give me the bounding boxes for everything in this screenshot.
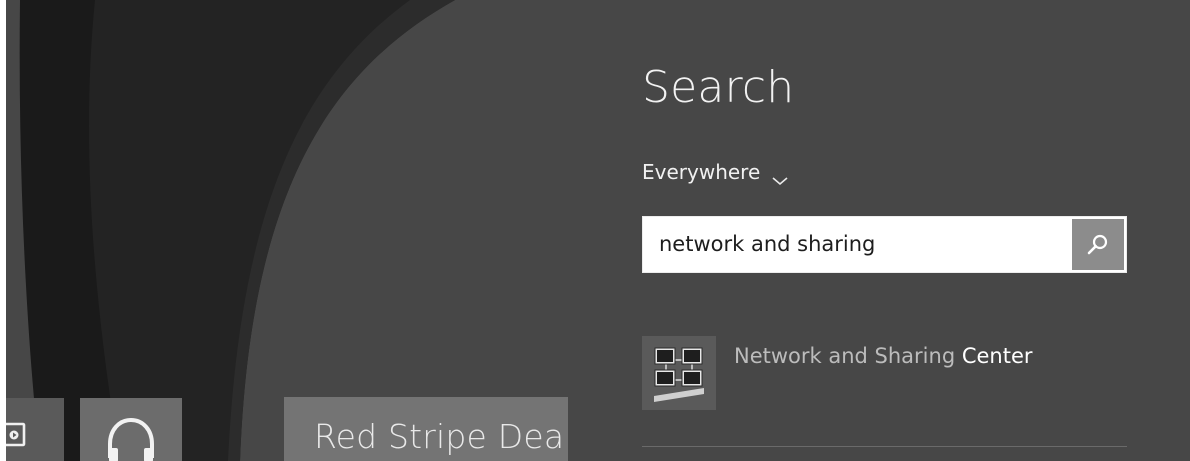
wallpaper-swoosh	[0, 0, 568, 461]
network-sharing-icon	[642, 336, 716, 410]
search-button[interactable]	[1072, 219, 1124, 270]
pane-title: Search	[642, 62, 795, 113]
result-label-match: Network and Sharing	[734, 344, 956, 368]
windows-search-screen: Red Stripe Dea Search Everywhere network…	[0, 0, 1190, 461]
search-charm-pane: Search Everywhere network and sharing Ne…	[568, 0, 1190, 461]
red-stripe-deals-tile[interactable]: Red Stripe Dea	[284, 397, 568, 461]
screen-left-edge	[0, 0, 6, 461]
result-label-rest: Center	[961, 344, 1033, 368]
search-input[interactable]	[643, 217, 1071, 272]
result-label: Network and Sharing Center	[734, 344, 1033, 368]
music-tile[interactable]	[80, 398, 182, 461]
video-icon	[0, 422, 32, 448]
search-scope-dropdown[interactable]: Everywhere	[642, 160, 788, 186]
search-result-network-sharing-center[interactable]: Network and Sharing Center	[642, 336, 1127, 412]
search-box	[642, 216, 1127, 273]
chevron-down-icon	[772, 167, 788, 186]
scope-label: Everywhere	[642, 160, 761, 184]
results-divider	[642, 446, 1127, 447]
start-screen-background	[0, 0, 568, 461]
tile-label: Red Stripe Dea	[314, 417, 565, 456]
video-tile[interactable]	[0, 398, 64, 461]
search-icon	[1087, 234, 1108, 255]
headphones-icon	[102, 410, 160, 461]
